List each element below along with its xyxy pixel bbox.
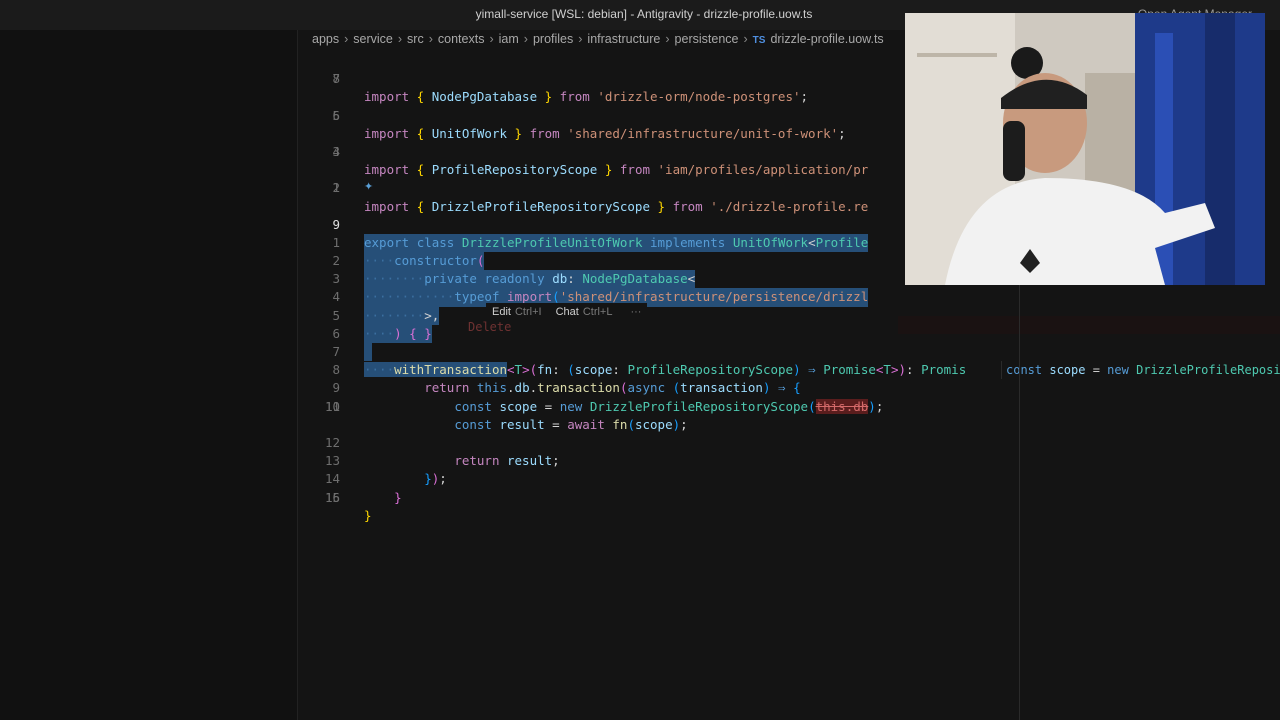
- line-number: 3: [332, 143, 340, 159]
- chevron-right-icon: ›: [489, 32, 494, 46]
- editor-divider: [1019, 285, 1020, 720]
- code-line[interactable]: 11: [298, 398, 1280, 416]
- breadcrumb-item-profiles[interactable]: profiles: [533, 32, 573, 46]
- breadcrumb-item-file[interactable]: drizzle-profile.uow.ts: [770, 32, 883, 46]
- code-token: scope: [1049, 363, 1086, 377]
- webcam-video-frame: [905, 13, 1265, 285]
- breadcrumb-item-src[interactable]: src: [407, 32, 424, 46]
- chevron-right-icon: ›: [397, 32, 403, 46]
- line-number: 16: [324, 489, 340, 505]
- breadcrumb-item-apps[interactable]: apps: [312, 32, 339, 46]
- edit-label: Edit: [492, 306, 511, 318]
- code-line[interactable]: 10 const result = await fn(scope);: [298, 379, 1280, 432]
- chevron-right-icon: ›: [523, 32, 528, 46]
- sidebar: [0, 30, 298, 720]
- typescript-file-icon: TS: [752, 35, 766, 46]
- breadcrumb-item-iam[interactable]: iam: [499, 32, 519, 46]
- edit-shortcut: Ctrl+I: [514, 306, 542, 318]
- code-line[interactable]: 15 }: [298, 470, 1280, 523]
- line-number: 7: [332, 71, 340, 87]
- more-actions-button[interactable]: ···: [630, 306, 641, 318]
- code-line[interactable]: 12 return result;: [298, 416, 1280, 468]
- diff-delete-highlight: [898, 316, 1280, 334]
- code-token: =: [1085, 363, 1108, 377]
- code-line[interactable]: 13 });: [298, 434, 1280, 486]
- chat-shortcut: Ctrl+L: [582, 306, 613, 318]
- breadcrumb-item-persistence[interactable]: persistence: [675, 32, 739, 46]
- inline-action-toolbar: Edit Ctrl+I Chat Ctrl+L ···: [486, 303, 648, 321]
- code-token: }: [364, 507, 372, 523]
- breadcrumb-item-infrastructure[interactable]: infrastructure: [587, 32, 660, 46]
- chevron-right-icon: ›: [344, 32, 349, 46]
- inline-completion-preview[interactable]: const scope = new DrizzleProfileReposi: [1001, 361, 1280, 379]
- inline-chat-button[interactable]: Chat Ctrl+L: [556, 306, 613, 318]
- breadcrumb: apps › service › src › contexts › iam › profiles › i…: [312, 32, 884, 50]
- chevron-right-icon: ›: [428, 32, 433, 46]
- webcam-overlay: [905, 13, 1265, 285]
- breadcrumb-item-service[interactable]: service: [353, 32, 393, 46]
- code-line[interactable]: 8 return this.db.transaction(async (tran…: [298, 343, 1280, 395]
- code-token: DrizzleProfileReposi: [1136, 363, 1280, 377]
- breadcrumb-item-contexts[interactable]: contexts: [438, 32, 485, 46]
- chevron-right-icon: ›: [578, 32, 583, 46]
- code-line[interactable]: 14 }: [298, 452, 1280, 504]
- line-number: 5: [332, 107, 340, 123]
- code-line[interactable]: 16: [298, 489, 1280, 507]
- line-number: 11: [324, 398, 340, 414]
- lightbulb-icon[interactable]: ✦: [364, 180, 373, 193]
- chat-label: Chat: [555, 306, 579, 318]
- line-number: 1: [332, 180, 340, 196]
- code-token: const: [1006, 363, 1043, 377]
- code-token: new: [1107, 363, 1129, 377]
- inline-edit-button[interactable]: Edit Ctrl+I: [492, 306, 542, 318]
- delete-hint: Delete: [468, 320, 512, 334]
- chevron-right-icon: ›: [743, 32, 748, 46]
- code-line[interactable]: 5 ····) { }: [298, 288, 1280, 344]
- chevron-right-icon: ›: [665, 32, 670, 46]
